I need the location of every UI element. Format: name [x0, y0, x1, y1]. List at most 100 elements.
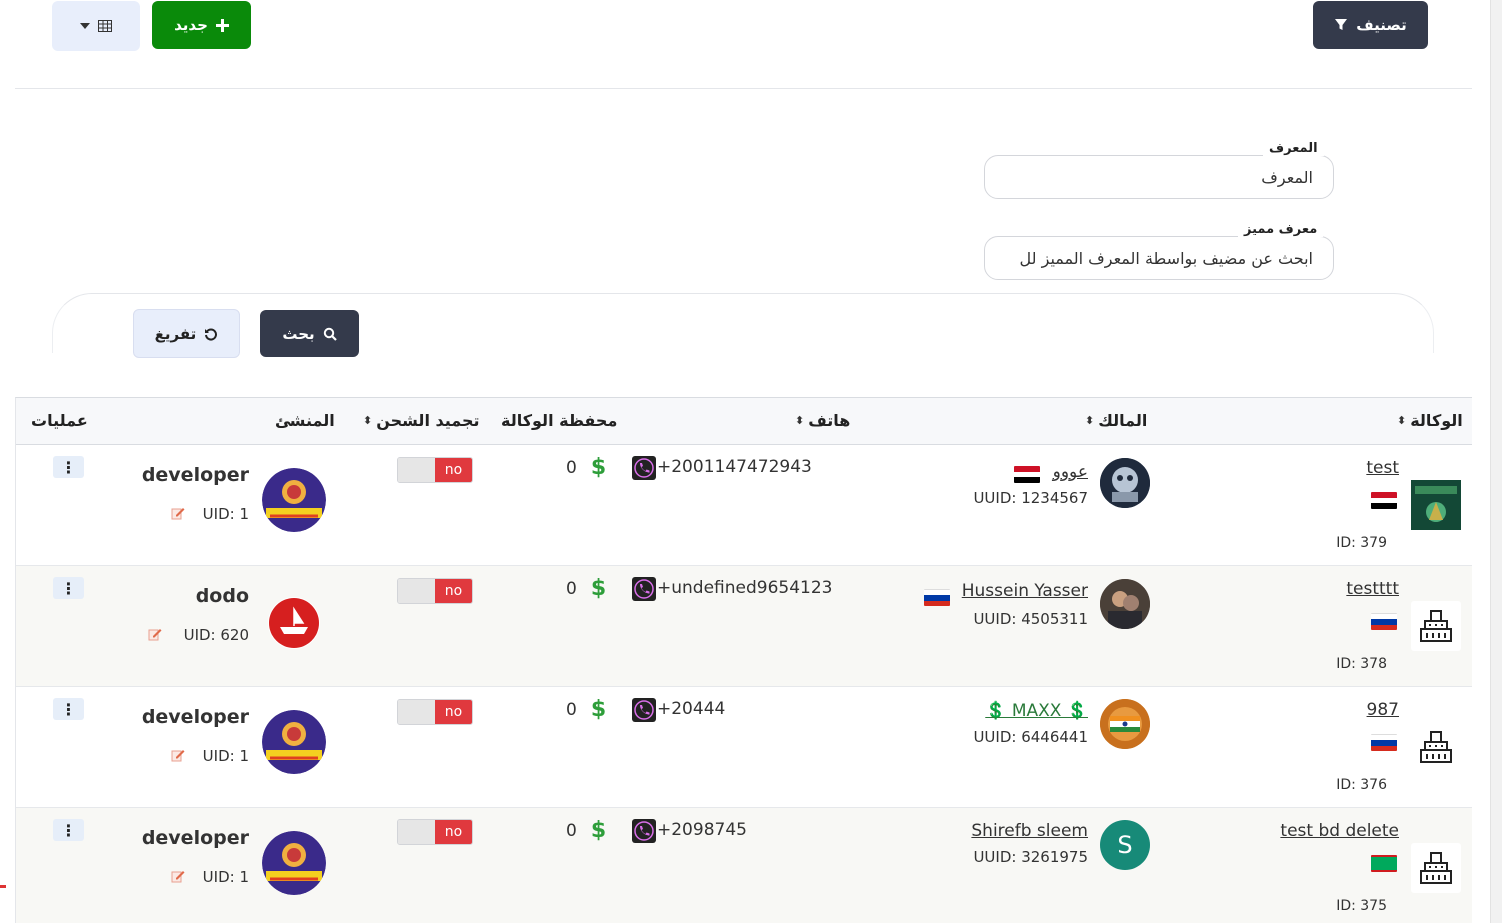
owner-name-link[interactable]: 💲 MAXX 💲 — [985, 701, 1088, 721]
agency-name-link[interactable]: testttt — [1346, 579, 1399, 599]
owner-name-link[interactable]: Hussein Yasser — [962, 581, 1088, 601]
agency-name-link[interactable]: test bd delete — [1280, 821, 1399, 841]
wallet-amount: 0 — [566, 578, 577, 599]
agency-building-icon — [1411, 843, 1461, 893]
russia-flag-icon — [1371, 734, 1397, 751]
agencies-table: ⬍ الوكالة ⬍ المالك ⬍ هاتف محفظة الوكالة ⬍ تج… — [15, 397, 1472, 923]
phone-icon[interactable] — [632, 698, 656, 722]
sort-icon: ⬍ — [363, 414, 373, 427]
wallet-amount: 0 — [566, 820, 577, 841]
th-wallet: محفظة الوكالة — [501, 411, 617, 430]
agency-name-link[interactable]: 987 — [1367, 700, 1399, 720]
th-agency-label: الوكالة — [1410, 411, 1463, 430]
row-actions-menu-icon[interactable]: ⋮ — [53, 577, 84, 599]
th-agency[interactable]: ⬍ الوكالة — [1397, 411, 1463, 430]
freeze-toggle[interactable]: no — [397, 457, 473, 483]
th-freeze-label: تجميد الشحن — [376, 411, 480, 430]
owner-name-link[interactable]: عووو — [1053, 462, 1088, 482]
toggle-off-side — [398, 820, 435, 844]
sort-icon: ⬍ — [1397, 414, 1407, 427]
phone-number: +undefined9654123 — [657, 578, 833, 598]
edit-icon[interactable] — [148, 627, 162, 641]
owner-avatar: S — [1100, 820, 1150, 870]
wallet-amount: 0 — [566, 457, 577, 478]
wallet-balance: 0 $ — [566, 818, 606, 843]
wallet-amount: 0 — [566, 699, 577, 720]
creator-avatar — [262, 468, 326, 532]
dollar-icon: $ — [590, 697, 607, 722]
search-icon — [323, 327, 337, 341]
uid-input-placeholder: ابحث عن مضيف بواسطة المعرف المميز لل — [1019, 248, 1313, 268]
agency-building-icon — [1411, 722, 1461, 772]
phone-number: +2001147472943 — [657, 457, 812, 477]
creator-uid: UID: 1 — [202, 505, 249, 523]
row-actions-menu-icon[interactable]: ⋮ — [53, 819, 84, 841]
sort-icon: ⬍ — [795, 414, 805, 427]
russia-flag-icon — [1371, 613, 1397, 630]
filter-button[interactable]: تصنيف — [1313, 1, 1428, 49]
agency-id: ID: 375 — [1336, 898, 1387, 914]
columns-dropdown-button[interactable] — [52, 1, 140, 51]
edit-icon[interactable] — [171, 869, 185, 883]
creator-name: developer — [141, 706, 249, 728]
wallet-balance: 0 $ — [566, 455, 606, 480]
row-actions-menu-icon[interactable]: ⋮ — [53, 698, 84, 720]
toggle-off-side — [398, 700, 435, 724]
creator-uid: UID: 1 — [202, 868, 249, 886]
clear-button[interactable]: تفريغ — [133, 309, 240, 358]
table-header: ⬍ الوكالة ⬍ المالك ⬍ هاتف محفظة الوكالة ⬍ تج… — [16, 398, 1472, 445]
agency-name-link[interactable]: test — [1366, 458, 1399, 478]
new-button-label: جديد — [174, 16, 208, 34]
table-row: test ID: 379 عووو UUID: 1234567 +2001147… — [16, 445, 1472, 566]
russia-flag-icon — [924, 589, 950, 606]
creator-avatar — [262, 831, 326, 895]
creator-name: dodo — [195, 585, 249, 607]
edge-marker — [0, 885, 6, 888]
search-button[interactable]: بحث — [260, 310, 359, 357]
egypt-flag-icon — [1014, 466, 1040, 483]
agency-id: ID: 376 — [1336, 777, 1387, 793]
phone-number: +20444 — [657, 699, 726, 719]
th-creator-label: المنشئ — [275, 411, 335, 430]
freeze-toggle[interactable]: no — [397, 578, 473, 604]
table-row: testttt ID: 378 Hussein Yasser UUID: 450… — [16, 566, 1472, 687]
agency-id: ID: 379 — [1336, 535, 1387, 551]
owner-uuid: UUID: 6446441 — [973, 728, 1088, 746]
freeze-toggle[interactable]: no — [397, 699, 473, 725]
uid-input[interactable]: ابحث عن مضيف بواسطة المعرف المميز لل — [984, 236, 1334, 280]
th-owner-label: المالك — [1098, 411, 1148, 430]
th-phone[interactable]: ⬍ هاتف — [795, 411, 850, 430]
dollar-icon: $ — [590, 576, 607, 601]
th-ops: عمليات — [31, 411, 88, 430]
chevron-down-icon — [80, 23, 90, 29]
owner-uuid: UUID: 4505311 — [973, 610, 1088, 628]
toggle-off-side — [398, 458, 435, 482]
freeze-toggle[interactable]: no — [397, 819, 473, 845]
edit-icon[interactable] — [171, 748, 185, 762]
mauritania-flag-icon — [1371, 855, 1397, 872]
creator-uid: UID: 620 — [183, 626, 249, 644]
th-owner[interactable]: ⬍ المالك — [1085, 411, 1147, 430]
owner-avatar — [1100, 579, 1150, 629]
owner-name-link[interactable]: Shirefb sleem — [971, 821, 1088, 841]
creator-avatar — [268, 597, 320, 649]
owner-uuid: UUID: 1234567 — [973, 489, 1088, 507]
table-row: test bd delete ID: 375 S Shirefb sleem U… — [16, 808, 1472, 923]
phone-icon[interactable] — [632, 456, 656, 480]
edit-icon[interactable] — [171, 506, 185, 520]
new-button[interactable]: جديد — [152, 1, 251, 49]
th-freeze[interactable]: ⬍ تجميد الشحن — [363, 411, 480, 430]
id-input-placeholder: المعرف — [1261, 167, 1313, 187]
page-scrollbar[interactable] — [1490, 0, 1502, 923]
search-button-label: بحث — [282, 324, 315, 343]
row-actions-menu-icon[interactable]: ⋮ — [53, 456, 84, 478]
phone-icon[interactable] — [632, 577, 656, 601]
owner-avatar — [1100, 458, 1150, 508]
id-field-label: المعرف — [1263, 141, 1324, 156]
phone-icon[interactable] — [632, 819, 656, 843]
owner-uuid: UUID: 3261975 — [973, 848, 1088, 866]
creator-avatar — [262, 710, 326, 774]
wallet-balance: 0 $ — [566, 697, 606, 722]
id-input[interactable]: المعرف — [984, 155, 1334, 199]
plus-icon — [215, 18, 229, 32]
